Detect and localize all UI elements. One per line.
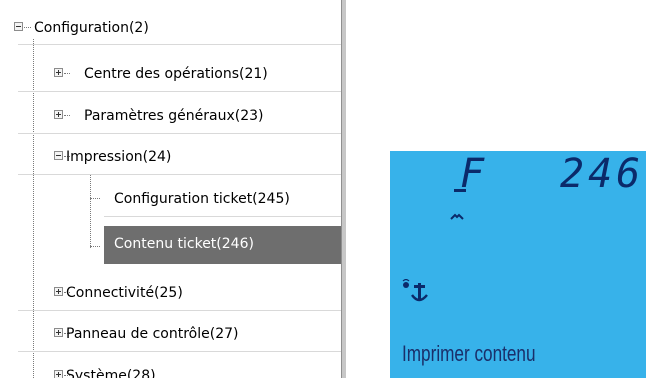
bird-icon [450, 206, 464, 225]
tree-item-systeme[interactable]: Système(28) [18, 360, 341, 378]
tree-item-impression[interactable]: Impression(24) [18, 141, 341, 175]
tree-item-label: Panneau de contrôle(27) [66, 326, 239, 342]
collapse-icon[interactable] [54, 151, 63, 160]
lcd-top-row: F 246 [390, 151, 646, 197]
lcd-message: Imprimer contenu [402, 341, 536, 366]
tree-connector [64, 73, 70, 74]
expand-icon[interactable] [54, 328, 63, 337]
tree-item-label: Système(28) [66, 368, 156, 378]
expand-icon[interactable] [54, 110, 63, 119]
lcd-number: 246 [560, 151, 645, 197]
expand-icon[interactable] [54, 68, 63, 77]
settings-tree: Configuration(2) Centre des opérations(2… [0, 0, 346, 378]
expand-icon[interactable] [54, 370, 63, 378]
tree-item-panneau-de-controle[interactable]: Panneau de contrôle(27) [18, 318, 341, 352]
lcd-display: F 246 Imprimer contenu [390, 151, 646, 378]
lcd-underscore [454, 189, 466, 192]
collapse-icon[interactable] [14, 22, 23, 31]
tree-item-centre-des-operations[interactable]: Centre des opérations(21) [18, 58, 341, 92]
tree-item-label: Connectivité(25) [66, 285, 183, 301]
tree-connector [24, 27, 31, 28]
tree-scroll-border [341, 0, 346, 378]
tree-item-connectivite[interactable]: Connectivité(25) [18, 277, 341, 311]
tree-item-contenu-ticket[interactable]: Contenu ticket(246) [90, 226, 341, 264]
tree-item-label: Centre des opérations(21) [84, 66, 268, 82]
tree-item-label: Configuration(2) [34, 20, 149, 36]
tree-connector [90, 246, 100, 247]
tree-item-parametres-generaux[interactable]: Paramètres généraux(23) [18, 100, 341, 134]
tree-item-label: Contenu ticket(246) [114, 236, 254, 252]
tree-item-configuration[interactable]: Configuration(2) [0, 12, 341, 46]
tree-connector [64, 115, 70, 116]
expand-icon[interactable] [54, 287, 63, 296]
anchor-icon [400, 278, 436, 313]
tree-connector [90, 198, 100, 199]
tree-item-configuration-ticket[interactable]: Configuration ticket(245) [90, 183, 341, 217]
tree-item-label: Configuration ticket(245) [114, 191, 290, 207]
tree-item-label: Impression(24) [66, 149, 172, 165]
tree-item-label: Paramètres généraux(23) [84, 108, 264, 124]
tree-connector-impression [90, 174, 91, 248]
